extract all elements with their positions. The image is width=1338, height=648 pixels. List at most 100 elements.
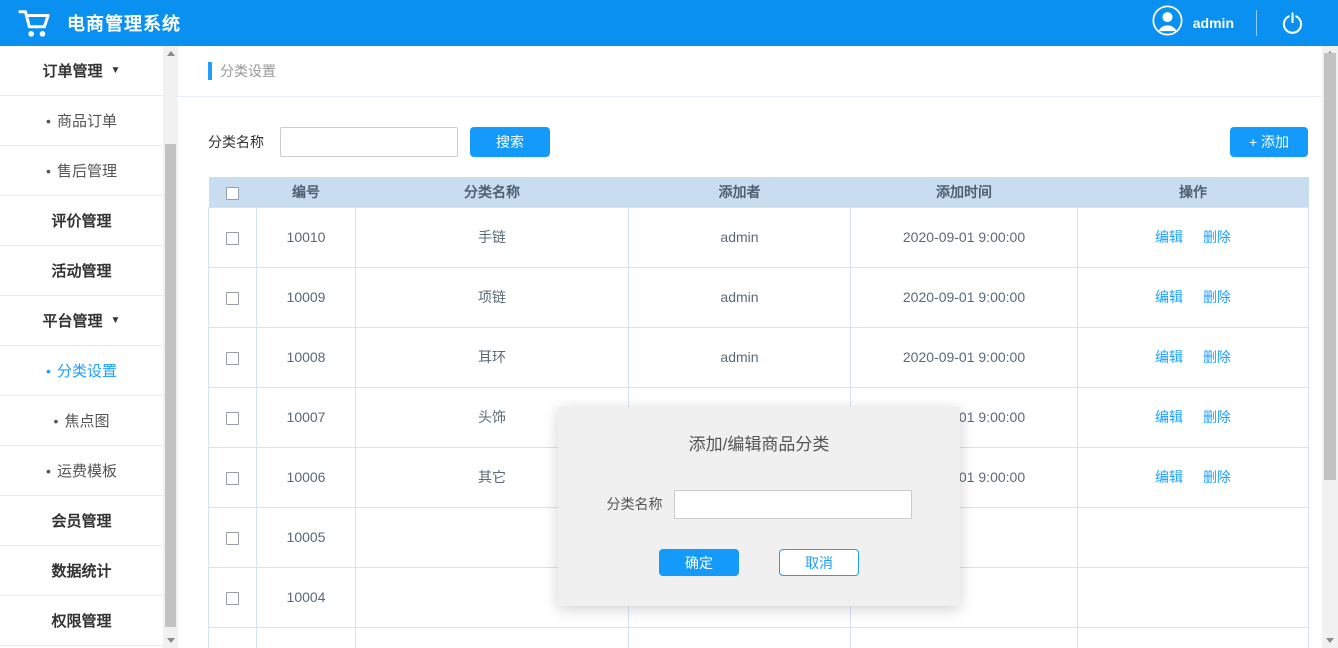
scroll-up-icon[interactable] xyxy=(167,51,175,56)
sidebar-item-label: 运费模板 xyxy=(57,460,117,481)
column-header-time: 添加时间 xyxy=(851,177,1078,207)
shopping-cart-icon xyxy=(17,7,51,39)
cell-creator: admin xyxy=(629,327,851,387)
delete-link[interactable]: 删除 xyxy=(1203,229,1231,245)
sidebar-item-category-settings[interactable]: • 分类设置 xyxy=(0,346,163,396)
row-checkbox[interactable] xyxy=(226,532,239,545)
cell-id: 10010 xyxy=(257,207,356,267)
cell-id: 10009 xyxy=(257,267,356,327)
header-divider xyxy=(1256,10,1257,36)
dialog-category-name-input[interactable] xyxy=(674,490,912,519)
scroll-down-icon[interactable] xyxy=(167,638,175,643)
sidebar-item-permission-management[interactable]: 权限管理 xyxy=(0,596,163,646)
bullet-icon: • xyxy=(46,463,51,479)
table-row: 10009 项链 admin 2020-09-01 9:00:00 编辑 删除 xyxy=(209,267,1309,327)
cell-id: 10007 xyxy=(257,387,356,447)
row-checkbox[interactable] xyxy=(226,352,239,365)
row-checkbox[interactable] xyxy=(226,232,239,245)
cell-id: 10005 xyxy=(257,507,356,567)
sidebar-item-review-management[interactable]: 评价管理 xyxy=(0,196,163,246)
bullet-icon: • xyxy=(46,363,51,379)
page-title: 分类设置 xyxy=(220,61,276,81)
bullet-icon: • xyxy=(54,413,59,429)
sidebar-item-platform-management[interactable]: 平台管理 ▼ xyxy=(0,296,163,346)
cell-id: 10006 xyxy=(257,447,356,507)
sidebar-item-label: 订单管理 xyxy=(43,60,103,81)
cell-id: 10008 xyxy=(257,327,356,387)
app-title: 电商管理系统 xyxy=(67,10,181,36)
cell-id: 10004 xyxy=(257,567,356,627)
delete-link[interactable]: 删除 xyxy=(1203,289,1231,305)
search-button[interactable]: 搜索 xyxy=(470,127,550,157)
sidebar-scrollbar[interactable] xyxy=(163,46,178,648)
cell-creator: admin xyxy=(629,267,851,327)
username-label: admin xyxy=(1193,15,1234,31)
add-button[interactable]: + 添加 xyxy=(1230,127,1308,157)
sidebar-item-product-orders[interactable]: • 商品订单 xyxy=(0,96,163,146)
edit-link[interactable]: 编辑 xyxy=(1155,289,1183,305)
sidebar-item-label: 评价管理 xyxy=(51,210,111,231)
page-scrollbar[interactable] xyxy=(1322,46,1338,648)
logout-power-icon[interactable] xyxy=(1281,12,1304,35)
user-menu[interactable]: admin xyxy=(1152,5,1234,41)
cell-creator: admin xyxy=(629,207,851,267)
table-header-row: 编号 分类名称 添加者 添加时间 操作 xyxy=(209,177,1309,207)
row-checkbox[interactable] xyxy=(226,412,239,425)
dialog-title: 添加/编辑商品分类 xyxy=(558,430,960,455)
category-name-label: 分类名称 xyxy=(208,132,264,152)
sidebar-item-label: 平台管理 xyxy=(43,310,103,331)
sidebar-item-aftersales[interactable]: • 售后管理 xyxy=(0,146,163,196)
cell-name: 耳环 xyxy=(356,327,629,387)
user-avatar-icon xyxy=(1152,5,1183,41)
sidebar-item-data-statistics[interactable]: 数据统计 xyxy=(0,546,163,596)
sidebar-item-label: 焦点图 xyxy=(64,410,109,431)
row-checkbox[interactable] xyxy=(226,592,239,605)
top-header-bar: 电商管理系统 admin xyxy=(0,0,1338,46)
chevron-down-icon: ▼ xyxy=(111,315,121,326)
breadcrumb: 分类设置 xyxy=(178,46,1322,97)
sidebar-item-order-management[interactable]: 订单管理 ▼ xyxy=(0,46,163,96)
row-checkbox[interactable] xyxy=(226,472,239,485)
dialog-category-name-label: 分类名称 xyxy=(607,494,663,514)
column-header-name: 分类名称 xyxy=(356,177,629,207)
column-header-actions: 操作 xyxy=(1078,177,1309,207)
column-header-id: 编号 xyxy=(257,177,356,207)
table-row: 10010 手链 admin 2020-09-01 9:00:00 编辑 删除 xyxy=(209,207,1309,267)
bullet-icon: • xyxy=(46,163,51,179)
chevron-down-icon: ▼ xyxy=(111,65,121,76)
edit-link[interactable]: 编辑 xyxy=(1155,469,1183,485)
table-row-partial xyxy=(209,627,1309,648)
delete-link[interactable]: 删除 xyxy=(1203,469,1231,485)
sidebar-nav: 订单管理 ▼ • 商品订单 • 售后管理 评价管理 活动管理 平台管理 ▼ • … xyxy=(0,46,163,648)
add-edit-category-dialog: 添加/编辑商品分类 分类名称 确定 取消 xyxy=(558,407,960,606)
cell-name: 手链 xyxy=(356,207,629,267)
scroll-down-icon[interactable] xyxy=(1326,638,1334,643)
delete-link[interactable]: 删除 xyxy=(1203,349,1231,365)
sidebar-item-shipping-template[interactable]: • 运费模板 xyxy=(0,446,163,496)
confirm-button[interactable]: 确定 xyxy=(659,549,739,576)
cell-time: 2020-09-01 9:00:00 xyxy=(851,207,1078,267)
filter-toolbar: 分类名称 搜索 + 添加 xyxy=(208,127,1308,157)
sidebar-item-label: 活动管理 xyxy=(51,260,111,281)
sidebar-scrollbar-thumb[interactable] xyxy=(165,144,176,627)
breadcrumb-accent-bar xyxy=(208,62,212,80)
row-checkbox[interactable] xyxy=(226,292,239,305)
edit-link[interactable]: 编辑 xyxy=(1155,229,1183,245)
sidebar-item-label: 权限管理 xyxy=(51,610,111,631)
sidebar-item-label: 数据统计 xyxy=(51,560,111,581)
sidebar-item-activity-management[interactable]: 活动管理 xyxy=(0,246,163,296)
cancel-button[interactable]: 取消 xyxy=(779,549,859,576)
sidebar-item-label: 会员管理 xyxy=(51,510,111,531)
cell-time: 2020-09-01 9:00:00 xyxy=(851,327,1078,387)
cell-time: 2020-09-01 9:00:00 xyxy=(851,267,1078,327)
category-name-input[interactable] xyxy=(280,127,458,157)
select-all-checkbox[interactable] xyxy=(226,187,239,200)
delete-link[interactable]: 删除 xyxy=(1203,409,1231,425)
bullet-icon: • xyxy=(46,113,51,129)
page-scrollbar-thumb[interactable] xyxy=(1324,53,1336,480)
column-header-creator: 添加者 xyxy=(629,177,851,207)
edit-link[interactable]: 编辑 xyxy=(1155,349,1183,365)
sidebar-item-focus-image[interactable]: • 焦点图 xyxy=(0,396,163,446)
edit-link[interactable]: 编辑 xyxy=(1155,409,1183,425)
sidebar-item-member-management[interactable]: 会员管理 xyxy=(0,496,163,546)
